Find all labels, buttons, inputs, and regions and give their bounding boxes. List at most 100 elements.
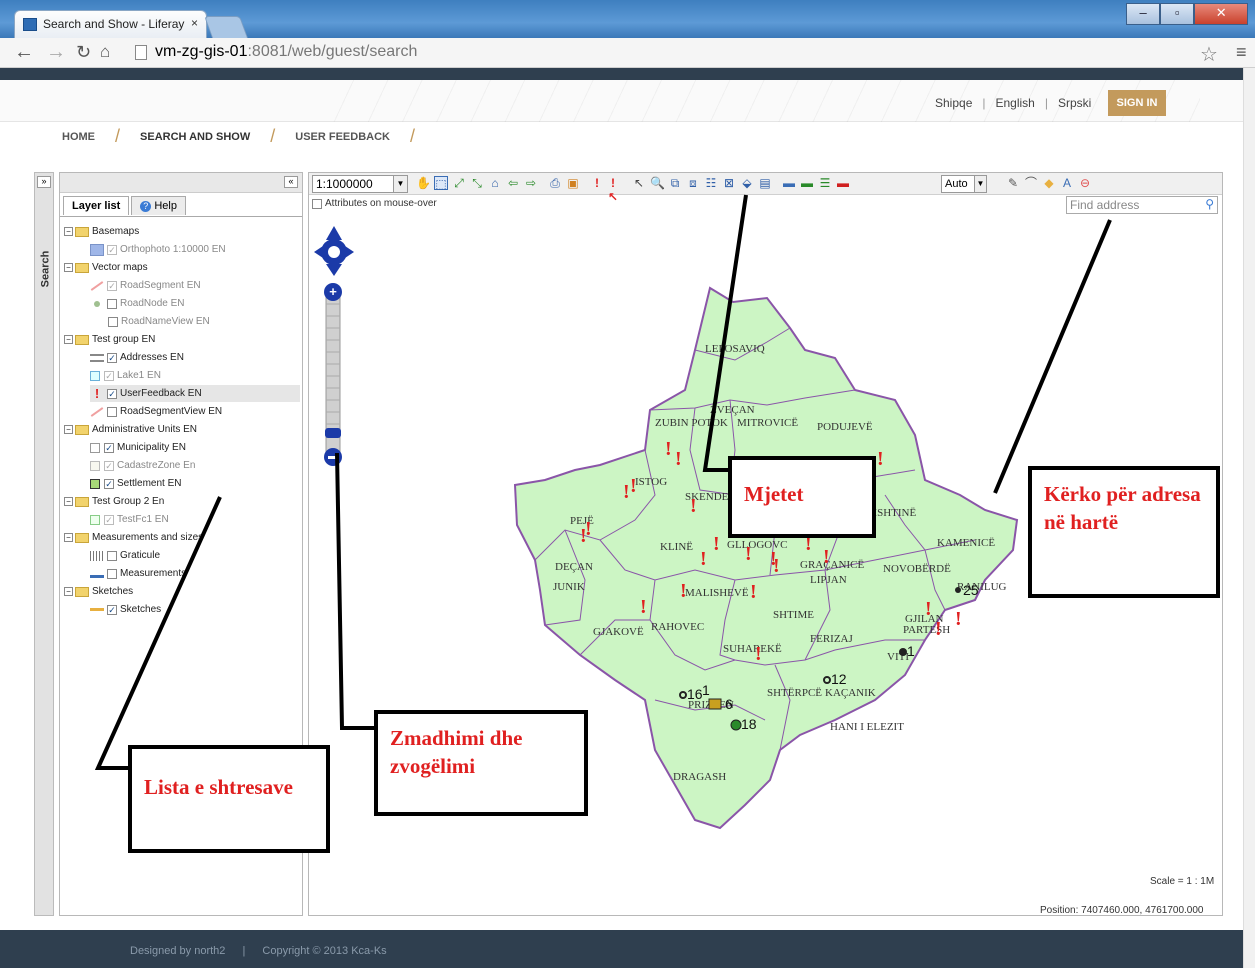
select-list-icon[interactable]: ☷ <box>704 176 718 190</box>
group-admin-units[interactable]: Administrative Units EN <box>92 424 197 435</box>
tab-close-icon[interactable]: × <box>191 16 198 30</box>
pan-hand-icon[interactable]: ✋ <box>416 176 431 190</box>
expand-icon[interactable]: » <box>37 176 51 188</box>
polygon-draw-icon[interactable]: ◆ <box>1042 176 1056 190</box>
lang-srpski[interactable]: Srpski <box>1058 96 1091 110</box>
folder-icon <box>75 226 89 237</box>
zoom-extent-icon[interactable]: ⤢ <box>452 176 466 190</box>
export-icon[interactable]: ▣ <box>566 176 580 190</box>
measure-area-icon[interactable]: ▬ <box>800 176 814 190</box>
lang-shqip[interactable]: Shipqe <box>935 96 972 110</box>
sketch-line-icon <box>90 608 104 611</box>
map-label: SHTËRPCË <box>767 687 822 699</box>
select-pointer-icon[interactable]: ↖ <box>632 176 646 190</box>
pan-navigator[interactable] <box>314 226 354 276</box>
layer-roadsegment[interactable]: RoadSegment EN <box>120 280 201 291</box>
maximize-button[interactable]: ▫ <box>1160 3 1195 25</box>
select-box-icon[interactable]: ⬚ <box>434 176 448 191</box>
back-arrow-icon[interactable]: ← <box>14 42 34 62</box>
group-vector-maps[interactable]: Vector maps <box>92 262 148 273</box>
search-side-tab[interactable]: » Search <box>34 172 54 916</box>
layer-addresses[interactable]: Addresses EN <box>120 352 184 363</box>
layer-municipality[interactable]: Municipality EN <box>117 442 186 453</box>
minimize-button[interactable]: ‒ <box>1126 3 1161 25</box>
zoom-in-tool-icon[interactable]: 🔍 <box>650 176 665 190</box>
group-test-group-2[interactable]: Test Group 2 En <box>92 496 164 507</box>
lang-english[interactable]: English <box>996 96 1035 110</box>
nav-user-feedback[interactable]: USER FEEDBACK <box>295 131 390 147</box>
layer-roadnode[interactable]: RoadNode EN <box>120 298 184 309</box>
sign-in-button[interactable]: SIGN IN <box>1108 90 1166 116</box>
select-poly-icon[interactable]: ⧈ <box>686 176 700 190</box>
new-tab-button[interactable] <box>203 16 249 38</box>
layer-measurements[interactable]: Measurements <box>120 568 186 579</box>
page-scrollbar[interactable] <box>1243 68 1255 968</box>
bookmark-star-icon[interactable]: ☆ <box>1200 42 1218 67</box>
layer-testfc1[interactable]: TestFc1 EN <box>117 514 169 525</box>
home-view-icon[interactable]: ⌂ <box>488 176 502 190</box>
help-icon: ? <box>140 201 152 212</box>
group-sketches[interactable]: Sketches <box>92 586 133 597</box>
map-label: ZVEÇAN <box>710 404 755 416</box>
polyline-icon[interactable]: ⌒ <box>1024 176 1038 190</box>
nav-search-and-show[interactable]: SEARCH AND SHOW <box>140 131 250 147</box>
print-icon[interactable]: ⎙ <box>548 176 562 190</box>
identify-icon[interactable]: ⬙ <box>740 176 754 190</box>
measure-line-icon[interactable]: ▬ <box>782 176 796 190</box>
address-bar[interactable]: vm-zg-gis-01:8081/web/guest/search <box>125 41 1240 65</box>
layer-roadsegmentview[interactable]: RoadSegmentView EN <box>120 406 222 417</box>
layer-settlement[interactable]: Settlement EN <box>117 478 181 489</box>
browser-tab[interactable]: Search and Show - Liferay × <box>14 10 207 38</box>
url-host: vm-zg-gis-01 <box>155 43 248 60</box>
folder-icon <box>75 262 89 273</box>
table-icon[interactable]: ▤ <box>758 176 772 190</box>
layer-graticule[interactable]: Graticule <box>120 550 160 561</box>
layer-lake1[interactable]: Lake1 EN <box>117 370 161 381</box>
tab-help[interactable]: ? Help <box>131 196 186 215</box>
close-window-button[interactable]: ✕ <box>1194 3 1248 25</box>
full-extent-icon[interactable]: ⤡ <box>470 176 484 190</box>
nav-home[interactable]: HOME <box>62 131 95 147</box>
search-icon[interactable]: ⚲ <box>1205 197 1214 211</box>
auto-select[interactable]: Auto ▼ <box>941 175 987 193</box>
svg-text:!: ! <box>700 548 707 570</box>
reload-icon[interactable]: ↻ <box>76 42 91 62</box>
svg-text:!: ! <box>623 481 630 503</box>
feedback-icon[interactable]: ! <box>590 176 604 190</box>
designed-by[interactable]: Designed by north2 <box>130 945 225 957</box>
select-clear-icon[interactable]: ⊠ <box>722 176 736 190</box>
svg-text:!: ! <box>690 495 697 517</box>
layer-orthophoto[interactable]: Orthophoto 1:10000 EN <box>120 244 226 255</box>
attributes-toggle[interactable]: Attributes on mouse-over <box>312 198 437 209</box>
svg-text:!: ! <box>675 448 682 470</box>
tab-layer-list[interactable]: Layer list <box>63 196 130 215</box>
collapse-panel-icon[interactable]: « <box>284 176 298 188</box>
map-label: DRAGASH <box>673 771 726 783</box>
home-icon[interactable]: ⌂ <box>100 42 110 62</box>
clear-measure-icon[interactable]: ▬ <box>836 176 850 190</box>
find-address-input[interactable]: Find address ⚲ <box>1066 196 1218 214</box>
svg-text:!: ! <box>955 608 962 630</box>
zoom-slider[interactable]: + <box>322 282 344 467</box>
measure-point-icon[interactable]: ☰ <box>818 176 832 190</box>
map-label: NOVOBËRDË <box>883 563 951 575</box>
callout-layer-list: Lista e shtresave <box>128 745 330 853</box>
group-basemaps[interactable]: Basemaps <box>92 226 139 237</box>
layer-sketches[interactable]: Sketches <box>120 604 161 615</box>
text-draw-icon[interactable]: A <box>1060 176 1074 190</box>
layer-roadnameview[interactable]: RoadNameView EN <box>121 316 210 327</box>
browser-menu-icon[interactable]: ≡ <box>1236 42 1247 63</box>
select-rect-icon[interactable]: ⧉ <box>668 176 682 190</box>
next-view-icon[interactable]: ⇨ <box>524 176 538 190</box>
feedback-select-icon[interactable]: !↖ <box>606 176 620 204</box>
pencil-icon[interactable]: ✎ <box>1006 176 1020 190</box>
layer-userfeedback[interactable]: UserFeedback EN <box>120 388 202 399</box>
scale-select[interactable]: 1:1000000 ▼ <box>312 175 408 193</box>
previous-view-icon[interactable]: ⇦ <box>506 176 520 190</box>
layer-cadastrezone[interactable]: CadastreZone En <box>117 460 195 471</box>
delete-sketch-icon[interactable]: ⊖ <box>1078 176 1092 190</box>
forward-arrow-icon[interactable]: → <box>46 42 66 62</box>
svg-text:1: 1 <box>907 643 915 659</box>
group-test-group[interactable]: Test group EN <box>92 334 155 345</box>
group-measurements[interactable]: Measurements and sizes <box>92 532 203 543</box>
